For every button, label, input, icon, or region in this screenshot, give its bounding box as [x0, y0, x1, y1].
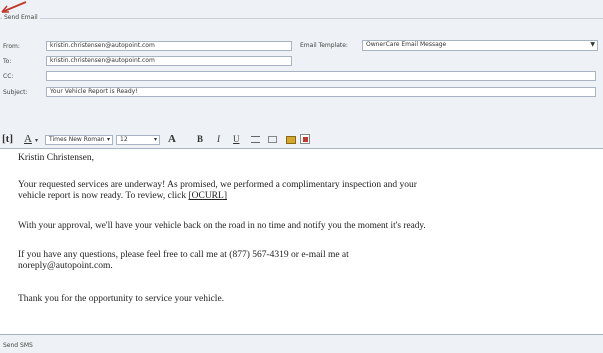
- italic-icon[interactable]: I: [217, 134, 220, 144]
- font-name-chevron-icon: ▾: [106, 136, 110, 143]
- red-arrow-icon: [0, 0, 30, 14]
- font-size-value: 12: [120, 136, 128, 143]
- from-field[interactable]: kristin.christensen@autopoint.com: [46, 41, 292, 51]
- clear-format-icon[interactable]: [t]: [2, 133, 13, 145]
- numbered-list-icon[interactable]: [268, 136, 277, 143]
- bullet-list-icon[interactable]: [251, 136, 260, 143]
- to-field[interactable]: kristin.christensen@autopoint.com: [46, 56, 292, 66]
- cc-field[interactable]: [46, 71, 596, 81]
- subject-field[interactable]: Your Vehicle Report is Ready!: [46, 87, 596, 97]
- email-body-editor[interactable]: Kristin Christensen, Your requested serv…: [0, 148, 603, 335]
- font-name-value: Times New Roman: [49, 136, 105, 143]
- underline-icon[interactable]: U: [233, 134, 240, 144]
- cc-label: CC:: [3, 73, 14, 80]
- insert-field-icon[interactable]: [300, 134, 310, 144]
- font-size-select[interactable]: 12 ▾: [116, 135, 160, 145]
- insert-image-icon[interactable]: [286, 136, 296, 144]
- send-sms-label: Send SMS: [3, 342, 33, 349]
- subject-label: Subject:: [3, 89, 28, 96]
- body-paragraph-3-line-2: noreply@autopoint.com.: [18, 261, 113, 271]
- body-paragraph-1-line-2: vehicle report is now ready. To review, …: [18, 191, 227, 202]
- template-select[interactable]: OwnerCare Email Message ▼: [362, 40, 598, 51]
- font-name-select[interactable]: Times New Roman ▾: [45, 135, 113, 145]
- format-toolbar: [t] A ▾ Times New Roman ▾ 12 ▾ A B I U: [0, 133, 603, 148]
- template-select-value: OwnerCare Email Message: [366, 41, 447, 48]
- template-label: Email Template:: [300, 42, 348, 49]
- body-paragraph-4: Thank you for the opportunity to service…: [18, 294, 225, 304]
- font-size-chevron-icon: ▾: [153, 136, 157, 143]
- from-label: From:: [3, 43, 20, 50]
- font-grow-icon[interactable]: A: [168, 133, 176, 145]
- chevron-down-icon: ▼: [590, 41, 595, 48]
- body-paragraph-1-text: vehicle report is now ready. To review, …: [18, 191, 189, 201]
- to-label: To:: [3, 58, 12, 65]
- font-color-icon[interactable]: A: [24, 133, 32, 145]
- body-paragraph-1-line-1: Your requested services are underway! As…: [18, 180, 417, 190]
- body-paragraph-3-line-1: If you have any questions, please feel f…: [18, 250, 349, 260]
- body-paragraph-2: With your approval, we'll have your vehi…: [18, 221, 426, 231]
- groupbox-title: Send Email: [2, 14, 40, 21]
- body-greeting: Kristin Christensen,: [18, 153, 94, 163]
- report-link[interactable]: [OCURL]: [188, 191, 227, 201]
- bold-icon[interactable]: B: [197, 134, 203, 144]
- font-color-dropdown-icon[interactable]: ▾: [35, 137, 38, 144]
